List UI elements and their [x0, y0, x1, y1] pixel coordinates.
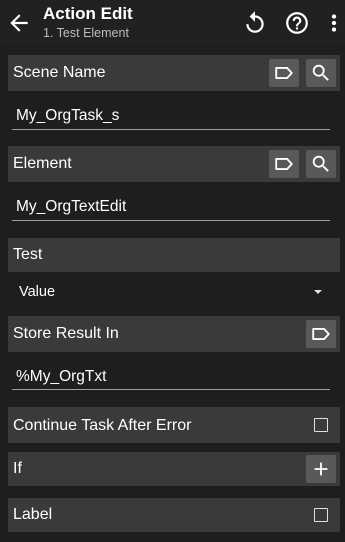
element-label: Element: [13, 155, 72, 172]
label-tag-icon: [312, 328, 330, 340]
label-checkbox[interactable]: [314, 508, 328, 522]
store-result-label: Store Result In: [13, 325, 119, 342]
store-result-header: Store Result In: [8, 316, 340, 352]
app-bar: Action Edit 1. Test Element: [0, 0, 345, 46]
scene-name-label: Scene Name: [13, 64, 106, 81]
continue-after-error-label: Continue Task After Error: [13, 417, 192, 434]
search-icon: [312, 64, 329, 81]
continue-after-error-checkbox[interactable]: [314, 418, 328, 432]
page-subtitle: 1. Test Element: [43, 26, 129, 40]
continue-after-error-row[interactable]: Continue Task After Error: [8, 407, 340, 443]
dropdown-caret-icon: [314, 290, 322, 294]
scene-name-input-underline: [12, 129, 330, 130]
label-row[interactable]: Label: [8, 498, 340, 532]
page-title: Action Edit: [43, 4, 133, 23]
back-arrow-icon[interactable]: [6, 10, 32, 36]
search-icon: [312, 155, 329, 172]
label-row-label: Label: [13, 506, 53, 523]
test-label: Test: [13, 246, 43, 263]
test-select[interactable]: Value: [8, 276, 340, 308]
store-result-input[interactable]: %My_OrgTxt: [16, 368, 106, 386]
help-icon[interactable]: [284, 10, 310, 36]
label-tag-icon: [275, 158, 293, 170]
plus-icon: [314, 462, 328, 476]
reset-icon[interactable]: [242, 10, 268, 36]
scene-name-search-button[interactable]: [306, 59, 336, 87]
element-header: Element: [8, 146, 340, 182]
test-selected-value: Value: [19, 284, 56, 300]
more-vert-icon[interactable]: [321, 10, 345, 36]
test-header: Test: [8, 238, 340, 272]
scene-name-input[interactable]: My_OrgTask_s: [16, 107, 119, 125]
if-label: If: [13, 460, 22, 477]
store-result-variable-button[interactable]: [306, 320, 336, 348]
element-input-underline: [12, 220, 330, 221]
label-tag-icon: [275, 67, 293, 79]
add-condition-button[interactable]: [306, 455, 336, 483]
element-input[interactable]: My_OrgTextEdit: [16, 198, 126, 216]
scene-name-header: Scene Name: [8, 55, 340, 91]
element-search-button[interactable]: [306, 150, 336, 178]
if-header: If: [8, 452, 340, 486]
element-variable-button[interactable]: [269, 150, 299, 178]
store-result-input-underline: [12, 389, 330, 390]
scene-name-variable-button[interactable]: [269, 59, 299, 87]
